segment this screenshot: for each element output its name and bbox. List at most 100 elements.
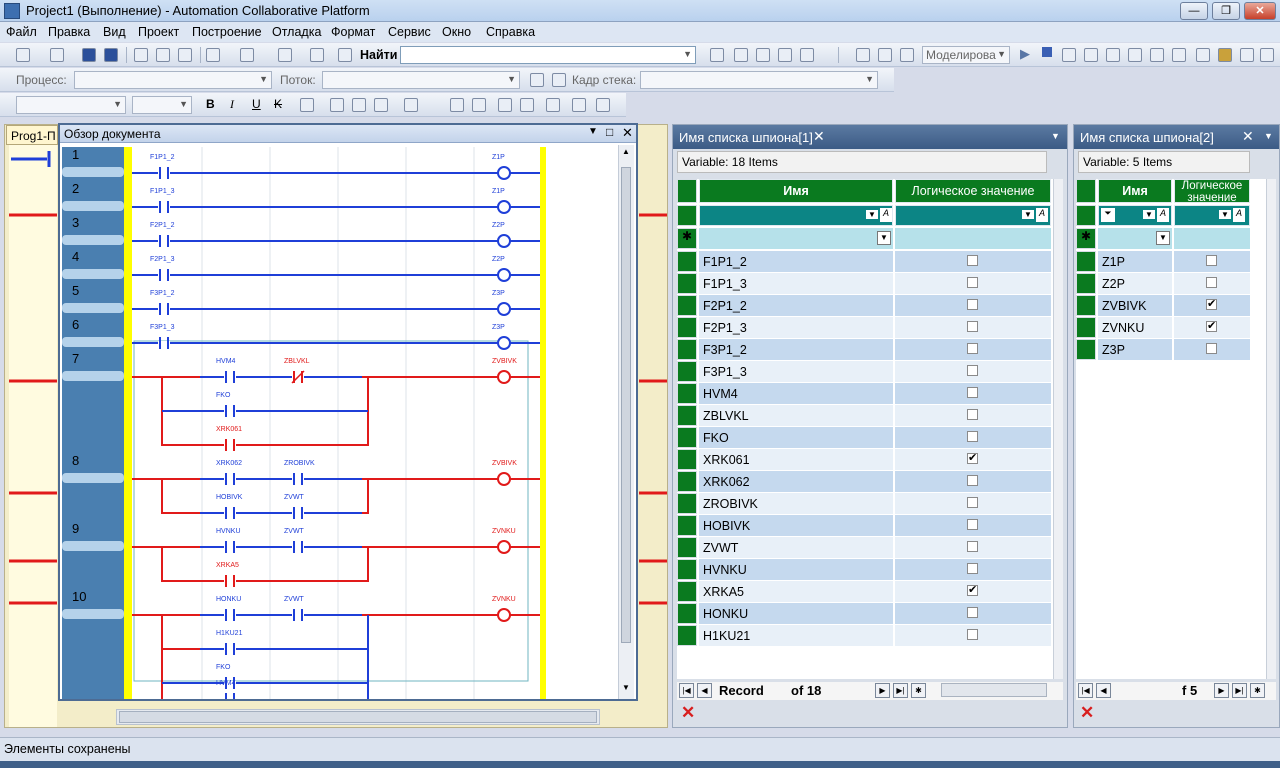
value-checkbox[interactable] [1206,343,1217,354]
sim-1-icon[interactable] [856,48,870,62]
list-icon[interactable] [404,98,418,112]
navigate-forward-icon[interactable] [310,48,324,62]
stop-icon[interactable] [1042,47,1052,57]
spy1-menu-icon[interactable]: ▼ [1051,131,1060,141]
flow-combo[interactable]: ▼ [322,71,520,89]
value-checkbox[interactable] [967,541,978,552]
horizontal-scroll-thumb[interactable] [119,711,597,723]
italic-icon[interactable]: I [230,97,234,112]
value-checkbox[interactable] [967,629,978,640]
row-selector[interactable] [677,405,697,426]
device-icon[interactable] [1218,48,1232,62]
find-input[interactable]: ▼ [400,46,696,64]
monitor-icon[interactable] [1196,48,1210,62]
new-record-button[interactable]: ✱ [911,683,926,698]
row-selector[interactable] [677,251,697,272]
copy-icon[interactable] [156,48,170,62]
close-button[interactable]: ✕ [1244,2,1276,20]
navigate-back-icon[interactable] [278,48,292,62]
row-selector[interactable] [677,339,697,360]
properties-icon[interactable] [756,48,770,62]
first-record-button[interactable]: |◀ [1078,683,1093,698]
delete-icon[interactable]: ✕ [1080,703,1094,723]
redo-icon[interactable] [240,48,254,62]
simulation-combo[interactable]: Моделирова ▼ [922,46,1010,64]
spy1-col-value[interactable]: Логическое значение [895,179,1051,203]
row-selector[interactable] [1076,273,1096,294]
spy1-vscroll[interactable] [1053,179,1063,679]
value-checkbox[interactable] [967,365,978,376]
value-checkbox[interactable]: ✔ [1206,321,1217,332]
spy1-col-name[interactable]: Имя [699,179,893,203]
menu-service[interactable]: Сервис [388,25,431,39]
last-record-button[interactable]: ▶| [1232,683,1247,698]
spy1-new-row-name[interactable]: ▼ [699,228,893,249]
paste-icon[interactable] [178,48,192,62]
menu-edit[interactable]: Правка [48,25,90,39]
sim-3-icon[interactable] [900,48,914,62]
order-icon[interactable] [572,98,586,112]
solution-explorer-icon[interactable] [734,48,748,62]
process-combo[interactable]: ▼ [74,71,272,89]
row-selector[interactable] [677,581,697,602]
vertical-scrollbar[interactable]: ▲ ▼ [618,145,634,699]
value-checkbox[interactable] [967,321,978,332]
value-checkbox[interactable] [967,299,978,310]
maximize-icon[interactable]: □ [606,125,613,139]
settings-2-icon[interactable] [1260,48,1274,62]
cut-icon[interactable] [134,48,148,62]
row-selector[interactable] [677,449,697,470]
value-checkbox[interactable] [967,563,978,574]
last-record-button[interactable]: ▶| [893,683,908,698]
menu-debug[interactable]: Отладка [272,25,321,39]
row-selector[interactable] [677,603,697,624]
spy1-name-filter[interactable]: ▼ A [699,205,893,226]
menu-project[interactable]: Проект [138,25,179,39]
zoom-icon[interactable] [472,98,486,112]
value-checkbox[interactable] [967,409,978,420]
value-checkbox[interactable]: ✔ [967,453,978,464]
step-into-icon[interactable] [1084,48,1098,62]
row-selector[interactable] [677,205,697,226]
row-selector[interactable] [677,559,697,580]
restore-button[interactable]: ❐ [1212,2,1240,20]
undo-icon[interactable] [206,48,220,62]
align-left-icon[interactable] [330,98,344,112]
row-selector[interactable] [677,427,697,448]
draw-icon[interactable] [450,98,464,112]
row-selector[interactable] [677,317,697,338]
spy2-col-value[interactable]: Логическое значение [1174,179,1250,203]
delete-icon[interactable]: ✕ [681,703,695,723]
next-record-button[interactable]: ▶ [1214,683,1229,698]
step-over-icon[interactable] [1106,48,1120,62]
sim-2-icon[interactable] [878,48,892,62]
value-checkbox[interactable] [967,387,978,398]
spy2-new-row-value[interactable] [1174,228,1250,249]
row-selector[interactable] [677,273,697,294]
align-objects-icon[interactable] [498,98,512,112]
dropdown-icon[interactable]: ▼ [588,126,598,137]
spy2-menu-icon[interactable]: ▼ [1264,131,1273,141]
prev-record-button[interactable]: ◀ [697,683,712,698]
menu-view[interactable]: Вид [103,25,126,39]
value-checkbox[interactable]: ✔ [967,585,978,596]
row-selector[interactable] [1076,179,1096,203]
row-selector[interactable] [677,383,697,404]
spy2-new-row-name[interactable]: ▼ [1098,228,1172,249]
row-selector[interactable] [677,361,697,382]
settings-icon[interactable] [1240,48,1254,62]
row-selector[interactable] [677,515,697,536]
value-checkbox[interactable] [967,343,978,354]
value-checkbox[interactable] [967,277,978,288]
value-checkbox[interactable] [967,607,978,618]
spy1-value-filter[interactable]: ▼ A [895,205,1051,226]
distribute-icon[interactable] [520,98,534,112]
row-selector[interactable] [1076,205,1096,226]
step-out-icon[interactable] [1128,48,1142,62]
row-selector[interactable] [677,537,697,558]
spy1-close-icon[interactable]: ✕ [813,128,825,145]
bold-icon[interactable]: B [206,97,215,111]
value-checkbox[interactable] [1206,277,1217,288]
size-icon[interactable] [546,98,560,112]
row-selector[interactable] [677,625,697,646]
